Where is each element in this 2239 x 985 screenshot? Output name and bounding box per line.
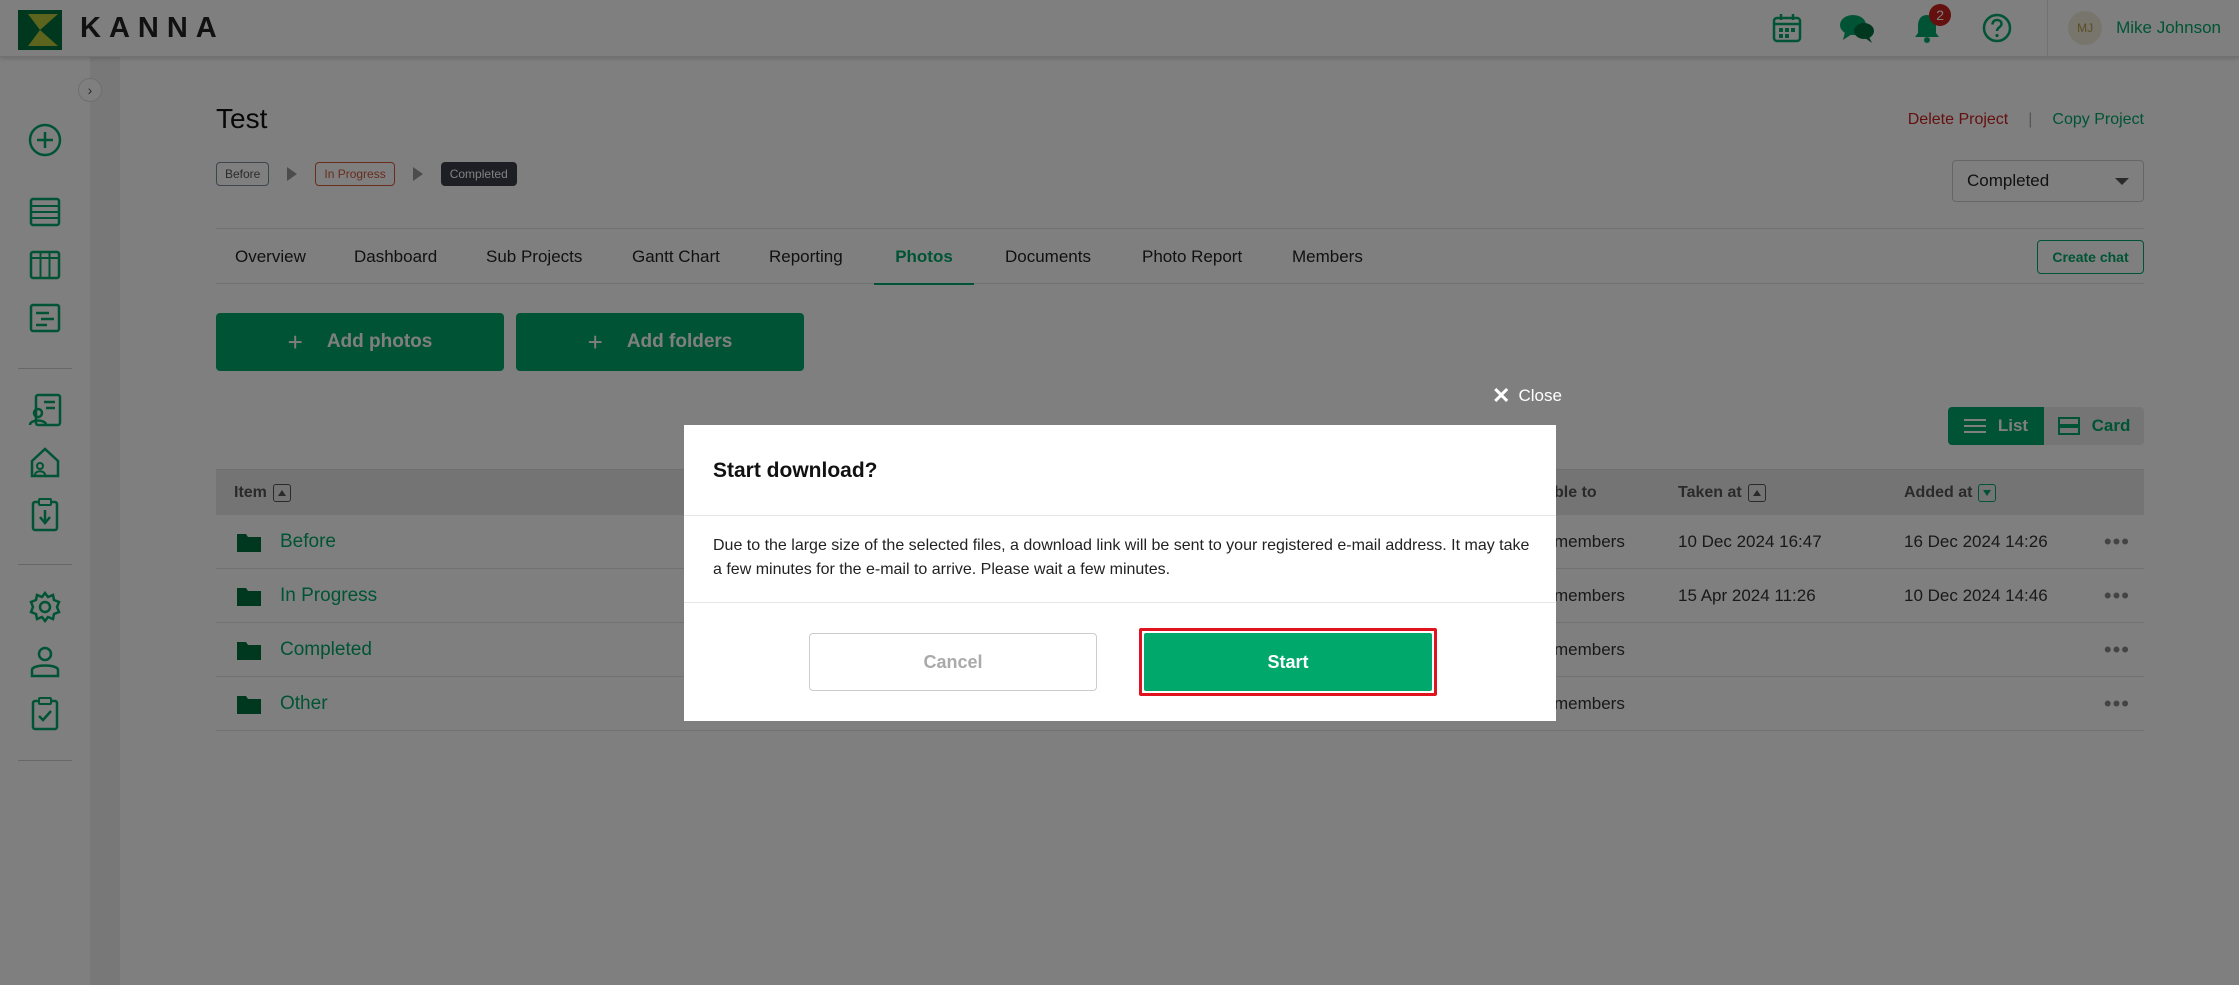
start-download-dialog: Start download? Due to the large size of… bbox=[684, 425, 1556, 721]
close-icon: ✕ bbox=[1492, 383, 1511, 408]
dialog-divider bbox=[684, 602, 1556, 603]
modal-close-label: Close bbox=[1518, 386, 1562, 405]
start-button[interactable]: Start bbox=[1144, 633, 1432, 691]
modal-close-button[interactable]: ✕ Close bbox=[1492, 383, 1562, 409]
dialog-message: Due to the large size of the selected fi… bbox=[713, 537, 1530, 578]
cancel-button[interactable]: Cancel bbox=[809, 633, 1097, 691]
dialog-divider bbox=[684, 515, 1556, 516]
dialog-title: Start download? bbox=[713, 459, 878, 482]
